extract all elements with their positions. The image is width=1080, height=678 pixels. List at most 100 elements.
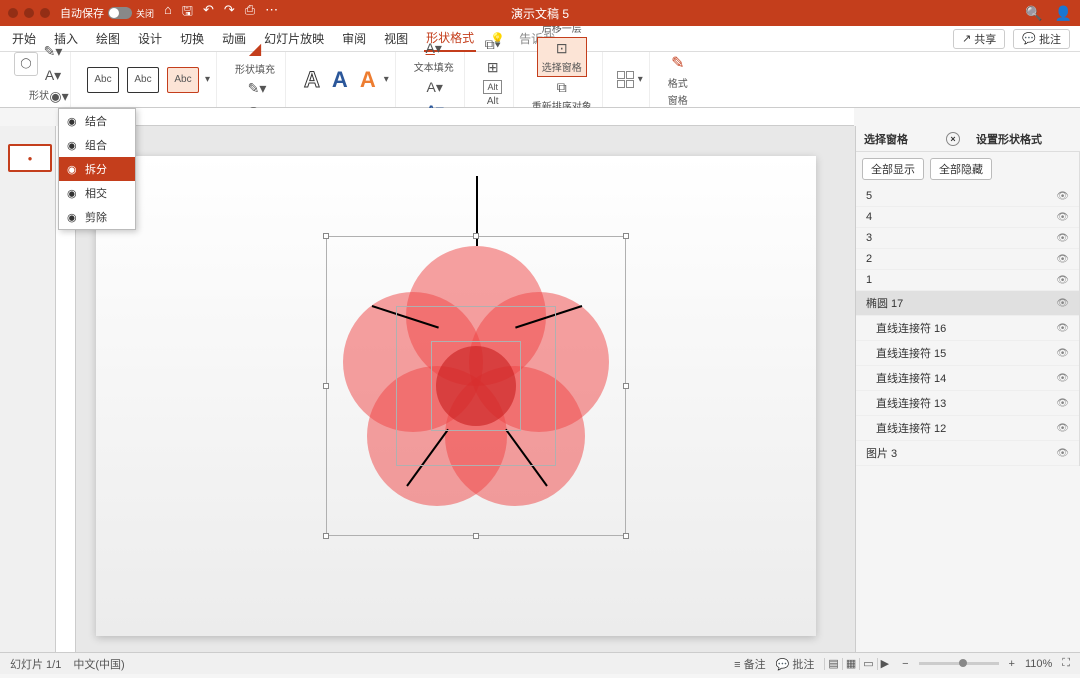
save-icon[interactable]: 🖫 (182, 2, 193, 24)
visibility-toggle-icon[interactable]: 👁 (1056, 298, 1069, 309)
comments-status-button[interactable]: 💬 批注 (776, 656, 815, 672)
visibility-toggle-icon[interactable]: 👁 (1056, 275, 1069, 286)
tab-transitions[interactable]: 切换 (178, 26, 206, 51)
handle-se[interactable] (623, 533, 629, 539)
canvas[interactable] (76, 126, 855, 652)
autosave-toggle[interactable]: 自动保存 关闭 (60, 5, 154, 21)
language-indicator[interactable]: 中文(中国) (73, 656, 124, 672)
account-icon[interactable]: 👤 (1055, 5, 1072, 22)
merge-option-0[interactable]: ◉结合 (59, 109, 135, 133)
ribbon: ◯ ✎▾ A▾ 形状 ◉▾ Abc Abc Abc ▾ ◢ 形状填充 ✎▾ ◉▾… (0, 52, 1080, 108)
layer-item-5[interactable]: 椭圆 17 👁 (856, 291, 1079, 316)
undo-icon[interactable]: ↶ (203, 2, 214, 24)
layer-item-2[interactable]: 3👁 (856, 228, 1079, 249)
handle-s[interactable] (473, 533, 479, 539)
styles-more-icon[interactable]: ▾ (205, 74, 210, 85)
size-more-icon[interactable]: ▾ (638, 74, 643, 85)
layer-item-1[interactable]: 4👁 (856, 207, 1079, 228)
autosave-switch[interactable] (108, 7, 132, 19)
layer-name: 椭圆 17 (866, 295, 903, 311)
close-selection-panel-icon[interactable]: × (946, 132, 960, 146)
notes-button[interactable]: ≡ 备注 (734, 656, 765, 672)
text-fill-button[interactable]: A▾ 文本填充 (410, 38, 458, 76)
home-icon[interactable]: ⌂ (164, 2, 172, 24)
horizontal-ruler (76, 108, 854, 126)
text-outline-icon[interactable]: A▾ (424, 76, 446, 98)
insert-shape-icon[interactable]: ◯ (14, 52, 38, 76)
visibility-toggle-icon[interactable]: 👁 (1056, 448, 1069, 459)
wordart-preset-3[interactable]: A (356, 67, 380, 93)
handle-ne[interactable] (623, 233, 629, 239)
handle-nw[interactable] (323, 233, 329, 239)
selection-pane-button[interactable]: ⊡选择窗格 (537, 37, 587, 77)
flower-shape-group[interactable] (336, 246, 616, 526)
handle-w[interactable] (323, 383, 329, 389)
format-pane-button[interactable]: ✎ 格式 窗格 (664, 51, 692, 109)
visibility-toggle-icon[interactable]: 👁 (1056, 348, 1069, 359)
wordart-more-icon[interactable]: ▾ (384, 74, 389, 85)
zoom-slider[interactable] (919, 662, 999, 665)
wordart-preset-1[interactable]: A (300, 67, 324, 93)
edit-shape-icon[interactable]: ✎▾ (42, 41, 64, 63)
visibility-toggle-icon[interactable]: 👁 (1056, 423, 1069, 434)
shape-fill-button[interactable]: ◢ 形状填充 (231, 37, 279, 78)
visibility-toggle-icon[interactable]: 👁 (1056, 373, 1069, 384)
layer-item-8[interactable]: 直线连接符 14👁 (856, 366, 1079, 391)
handle-e[interactable] (623, 383, 629, 389)
visibility-toggle-icon[interactable]: 👁 (1056, 398, 1069, 409)
layer-item-4[interactable]: 1👁 (856, 270, 1079, 291)
layer-item-10[interactable]: 直线连接符 12👁 (856, 416, 1079, 441)
link-icon[interactable]: ⧉▾ (482, 33, 504, 55)
layer-item-11[interactable]: 图片 3👁 (856, 441, 1079, 466)
hide-all-button[interactable]: 全部隐藏 (930, 158, 992, 180)
handle-n[interactable] (473, 233, 479, 239)
size-inputs[interactable] (617, 71, 634, 88)
window-controls[interactable] (8, 8, 50, 18)
view-mode-icons[interactable]: ▤▦▭▶ (824, 657, 892, 670)
tab-design[interactable]: 设计 (136, 26, 164, 51)
redo-icon[interactable]: ↷ (224, 2, 235, 24)
tab-review[interactable]: 审阅 (340, 26, 368, 51)
search-icon[interactable]: 🔍 (1025, 5, 1042, 22)
slide-thumbnail-1[interactable] (8, 144, 52, 172)
shape-outline-icon[interactable]: ✎▾ (246, 78, 268, 100)
zoom-level[interactable]: 110% (1025, 658, 1052, 670)
layer-item-0[interactable]: 5👁 (856, 186, 1079, 207)
style-preset-3[interactable]: Abc (167, 67, 199, 93)
layer-item-9[interactable]: 直线连接符 13👁 (856, 391, 1079, 416)
show-all-button[interactable]: 全部显示 (862, 158, 924, 180)
layer-name: 直线连接符 16 (876, 320, 946, 336)
textbox-icon[interactable]: A▾ (42, 65, 64, 87)
share-button[interactable]: ↗ 共享 (953, 29, 1005, 49)
visibility-toggle-icon[interactable]: 👁 (1056, 233, 1069, 244)
slide[interactable] (96, 156, 816, 636)
more-icon[interactable]: ⋯ (265, 2, 278, 24)
comments-button[interactable]: 💬 批注 (1013, 29, 1070, 49)
layer-item-7[interactable]: 直线连接符 15👁 (856, 341, 1079, 366)
zoom-out-icon[interactable]: − (902, 658, 908, 670)
handle-sw[interactable] (323, 533, 329, 539)
zoom-in-icon[interactable]: + (1009, 658, 1015, 670)
format-panel-header: 设置形状格式 (968, 126, 1080, 152)
fit-to-window-icon[interactable]: ⛶ (1062, 657, 1070, 670)
merge-option-2[interactable]: ◉拆分 (59, 157, 135, 181)
size-group: ▾ (611, 52, 650, 107)
visibility-toggle-icon[interactable]: 👁 (1056, 323, 1069, 334)
style-preset-1[interactable]: Abc (87, 67, 119, 93)
layer-item-3[interactable]: 2👁 (856, 249, 1079, 270)
visibility-toggle-icon[interactable]: 👁 (1056, 212, 1069, 223)
tab-draw[interactable]: 绘图 (94, 26, 122, 51)
visibility-toggle-icon[interactable]: 👁 (1056, 191, 1069, 202)
merge-option-1[interactable]: ◉组合 (59, 133, 135, 157)
tab-view[interactable]: 视图 (382, 26, 410, 51)
comment-icon: 💬 (1022, 32, 1036, 45)
merge-option-4[interactable]: ◉剪除 (59, 205, 135, 229)
wordart-preset-2[interactable]: A (328, 67, 352, 93)
merge-shapes-dropdown[interactable]: ◉▾ (48, 88, 70, 105)
layer-item-6[interactable]: 直线连接符 16 👁 (856, 316, 1079, 341)
visibility-toggle-icon[interactable]: 👁 (1056, 254, 1069, 265)
merge-option-3[interactable]: ◉相交 (59, 181, 135, 205)
print-icon[interactable]: ⎙ (245, 2, 255, 24)
style-preset-2[interactable]: Abc (127, 67, 159, 93)
text-direction-icon[interactable]: ⊞ (482, 56, 504, 78)
